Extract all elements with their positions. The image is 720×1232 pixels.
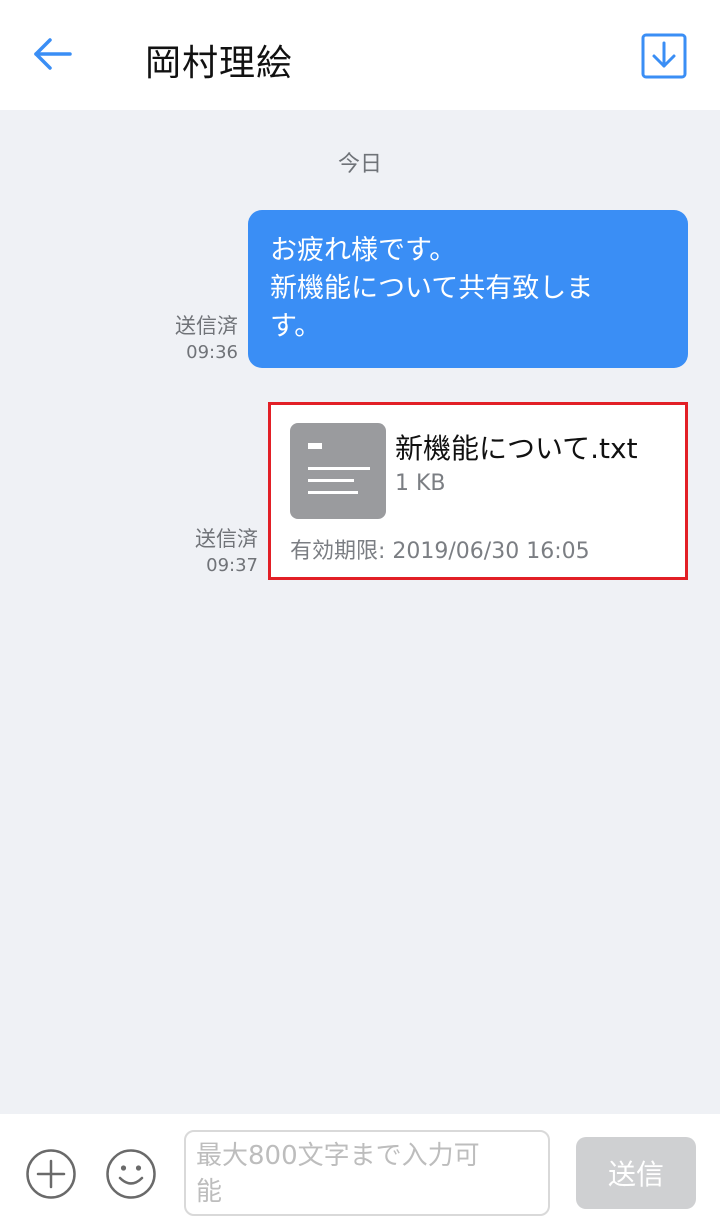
- message-input-bar: 最大800文字まで入力可 能 送信: [0, 1114, 720, 1232]
- input-placeholder: 能: [196, 1177, 223, 1207]
- download-button[interactable]: [640, 32, 688, 80]
- message-line: 新機能について共有致しま: [270, 273, 594, 304]
- file-size: 1 KB: [395, 471, 446, 496]
- message-line: す。: [270, 311, 322, 342]
- download-icon: [641, 33, 687, 79]
- header-bar: 岡村理絵: [0, 0, 720, 110]
- message-time: 09:37: [206, 555, 258, 576]
- page-title: 岡村理絵: [145, 43, 294, 84]
- emoji-button[interactable]: [104, 1147, 158, 1201]
- message-line: お疲れ様です。: [270, 235, 457, 266]
- file-attachment-card[interactable]: 新機能について.txt 1 KB 有効期限: 2019/06/30 16:05: [268, 402, 688, 580]
- plus-circle-icon: [26, 1149, 76, 1199]
- arrow-left-icon: [34, 38, 72, 70]
- input-placeholder: 最大800文字まで入力可: [196, 1141, 480, 1171]
- file-name: 新機能について.txt: [395, 432, 638, 465]
- file-expiry: 有効期限: 2019/06/30 16:05: [290, 539, 590, 564]
- message-status: 送信済: [175, 314, 238, 338]
- text-file-icon: [290, 423, 386, 519]
- attach-button[interactable]: [24, 1147, 78, 1201]
- message-input[interactable]: 最大800文字まで入力可 能: [184, 1130, 550, 1216]
- message-bubble[interactable]: お疲れ様です。 新機能について共有致しま す。: [248, 210, 688, 368]
- smiley-icon: [106, 1149, 156, 1199]
- chat-screen: 岡村理絵 今日 送信済 09:36 お疲れ様です。 新機能について共有致しま す…: [0, 0, 720, 1232]
- back-button[interactable]: [26, 28, 78, 80]
- date-separator: 今日: [337, 152, 382, 177]
- message-meta: 送信済 09:36: [130, 312, 238, 366]
- send-button[interactable]: 送信: [576, 1137, 696, 1209]
- file-message-meta: 送信済 09:37: [150, 525, 258, 579]
- message-time: 09:36: [186, 342, 238, 363]
- message-status: 送信済: [195, 527, 258, 551]
